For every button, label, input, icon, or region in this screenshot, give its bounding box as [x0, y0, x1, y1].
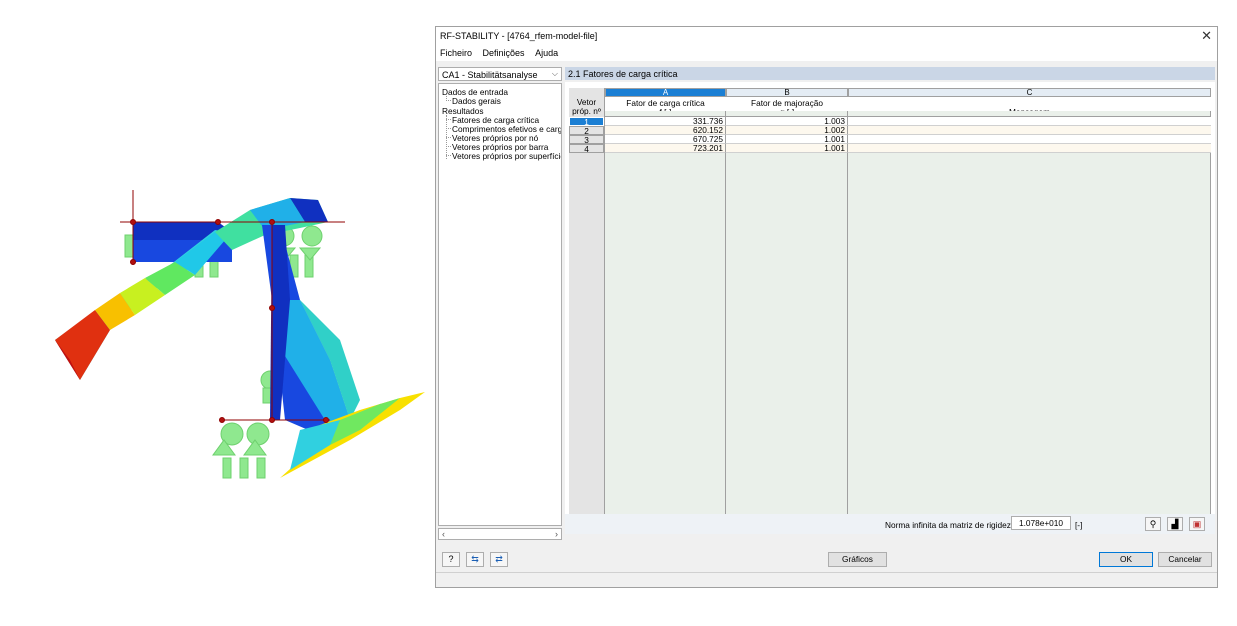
section-header: 2.1 Fatores de carga crítica [565, 67, 1215, 80]
rowhead-label2: próp. nº [572, 106, 601, 116]
cancel-button[interactable]: Cancelar [1158, 552, 1212, 567]
graphics-button[interactable]: Gráficos [828, 552, 887, 567]
row-number[interactable]: 2 [569, 126, 604, 136]
row-number[interactable]: 4 [569, 144, 604, 154]
stiffness-norm-value: 1.078e+010 [1011, 516, 1071, 530]
cell-message[interactable] [848, 135, 1211, 144]
deformed-shape-render [55, 190, 425, 479]
cell-message[interactable] [848, 144, 1211, 153]
import-icon[interactable]: ⇄ [490, 552, 508, 567]
col-letter-a[interactable]: A [605, 88, 726, 97]
cell-alpha[interactable]: 1.001 [726, 144, 848, 153]
case-select[interactable]: CA1 - Stabilitätsanalyse ⌵ [438, 67, 562, 81]
menu-bar: Ficheiro Definições Ajuda [436, 45, 1217, 61]
navigation-tree: Dados de entrada Dados gerais Resultados… [438, 83, 562, 526]
status-bar: Norma infinita da matriz de rigidez: 1.0… [565, 514, 1215, 534]
window-status-strip [436, 572, 1217, 587]
row-number[interactable]: 1 [569, 117, 604, 127]
row-number[interactable]: 3 [569, 135, 604, 145]
cell-f[interactable]: 723.201 [605, 144, 726, 153]
stiffness-norm-label: Norma infinita da matriz de rigidez: [885, 520, 1014, 530]
rf-stability-dialog: RF-STABILITY - [4764_rfem-model-file] ✕ … [435, 26, 1218, 588]
scroll-right-icon[interactable]: › [555, 529, 558, 539]
case-select-value: CA1 - Stabilitätsanalyse [442, 70, 538, 80]
chart-icon[interactable]: ▟ [1167, 517, 1183, 531]
excel-icon[interactable]: ▣ [1189, 517, 1205, 531]
menu-ficheiro[interactable]: Ficheiro [436, 45, 476, 58]
window-title: RF-STABILITY - [4764_rfem-model-file] [440, 31, 598, 41]
col-c-body [848, 111, 1211, 514]
menu-ajuda[interactable]: Ajuda [531, 45, 562, 58]
help-icon[interactable]: ? [442, 552, 460, 567]
export-icon[interactable]: ⇆ [466, 552, 484, 567]
title-bar: RF-STABILITY - [4764_rfem-model-file] ✕ [436, 27, 1217, 45]
stiffness-norm-unit: [-] [1075, 520, 1083, 530]
results-table: Vetor próp. nº A B C Fator de carga crít… [565, 82, 1215, 514]
col-a-body [605, 111, 726, 514]
col-b-body [726, 111, 848, 514]
col-letter-c[interactable]: C [848, 88, 1211, 97]
filter-icon[interactable]: ⚲ [1145, 517, 1161, 531]
scroll-left-icon[interactable]: ‹ [442, 529, 445, 539]
col-letter-b[interactable]: B [726, 88, 848, 97]
chevron-down-icon: ⌵ [551, 69, 558, 78]
menu-definicoes[interactable]: Definições [479, 45, 529, 58]
tree-horizontal-scrollbar[interactable]: ‹ › [438, 528, 562, 540]
tree-item-dados-gerais[interactable]: Dados gerais [452, 96, 501, 106]
ok-button[interactable]: OK [1099, 552, 1153, 567]
cell-message[interactable] [848, 117, 1211, 126]
close-icon[interactable]: ✕ [1201, 28, 1212, 44]
section-title: 2.1 Fatores de carga crítica [568, 69, 678, 79]
tree-item-vetores-superficie[interactable]: Vetores próprios por superfície [452, 151, 561, 161]
cell-message[interactable] [848, 126, 1211, 135]
model-view[interactable] [0, 0, 436, 624]
